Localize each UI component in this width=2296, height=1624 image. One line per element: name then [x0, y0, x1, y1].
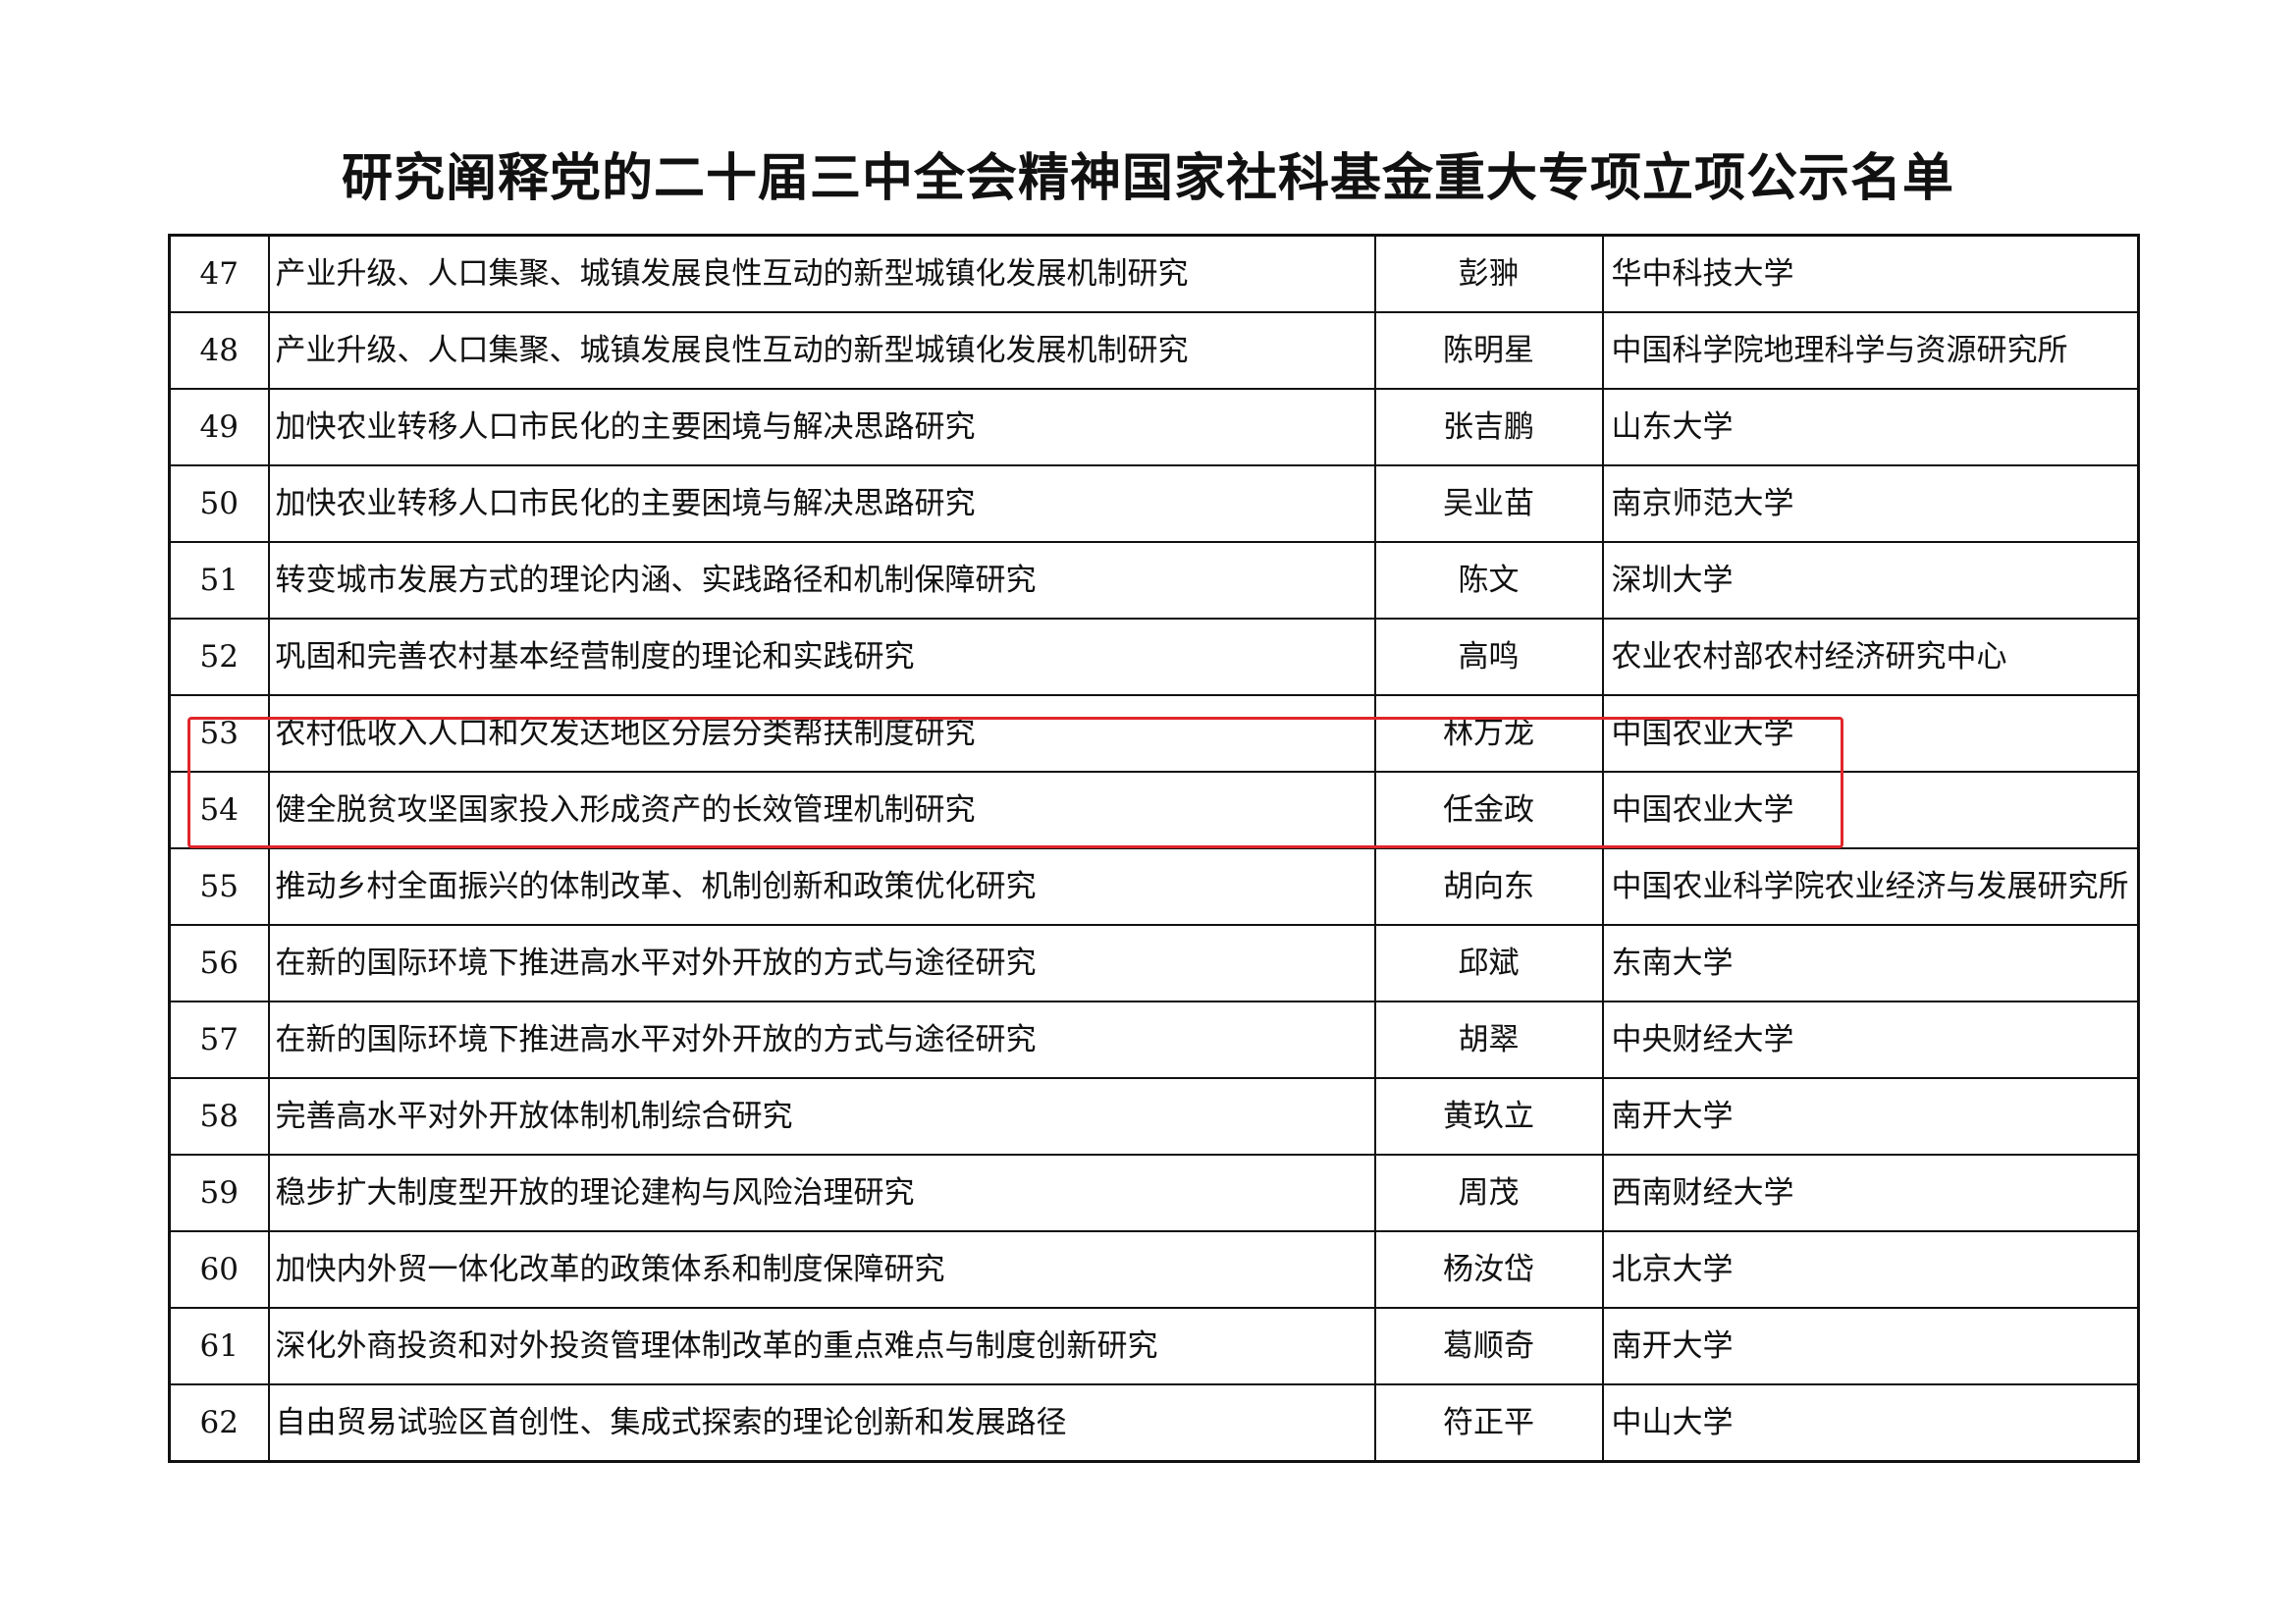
project-topic: 转变城市发展方式的理论内涵、实践路径和机制保障研究	[267, 541, 1376, 620]
project-topic: 推动乡村全面振兴的体制改革、机制创新和政策优化研究	[267, 847, 1376, 926]
table-row: 51 转变城市发展方式的理论内涵、实践路径和机制保障研究 陈文 深圳大学	[168, 541, 2140, 620]
project-topic: 巩固和完善农村基本经营制度的理论和实践研究	[267, 618, 1376, 696]
row-number: 52	[168, 618, 270, 696]
table-row: 58 完善高水平对外开放体制机制综合研究 黄玖立 南开大学	[168, 1077, 2140, 1156]
principal-investigator: 黄玖立	[1373, 1077, 1604, 1156]
principal-investigator: 邱斌	[1373, 924, 1604, 1002]
table-row: 50 加快农业转移人口市民化的主要困境与解决思路研究 吴业苗 南京师范大学	[168, 464, 2140, 543]
project-topic: 加快内外贸一体化改革的政策体系和制度保障研究	[267, 1230, 1376, 1309]
table-row: 60 加快内外贸一体化改革的政策体系和制度保障研究 杨汝岱 北京大学	[168, 1230, 2140, 1309]
project-topic: 产业升级、人口集聚、城镇发展良性互动的新型城镇化发展机制研究	[267, 234, 1376, 313]
institution: 南开大学	[1601, 1077, 2140, 1156]
principal-investigator: 吴业苗	[1373, 464, 1604, 543]
row-number: 50	[168, 464, 270, 543]
project-topic: 加快农业转移人口市民化的主要困境与解决思路研究	[267, 464, 1376, 543]
row-number: 54	[168, 771, 270, 849]
project-topic: 完善高水平对外开放体制机制综合研究	[267, 1077, 1376, 1156]
principal-investigator: 胡向东	[1373, 847, 1604, 926]
principal-investigator: 胡翠	[1373, 1001, 1604, 1079]
institution: 华中科技大学	[1601, 234, 2140, 313]
principal-investigator: 张吉鹏	[1373, 388, 1604, 466]
row-number: 53	[168, 694, 270, 773]
principal-investigator: 彭翀	[1373, 234, 1604, 313]
row-number: 60	[168, 1230, 270, 1309]
institution: 中国农业大学	[1601, 771, 2140, 849]
institution: 深圳大学	[1601, 541, 2140, 620]
project-topic: 稳步扩大制度型开放的理论建构与风险治理研究	[267, 1154, 1376, 1232]
project-topic: 在新的国际环境下推进高水平对外开放的方式与途径研究	[267, 1001, 1376, 1079]
table-row: 61 深化外商投资和对外投资管理体制改革的重点难点与制度创新研究 葛顺奇 南开大学	[168, 1307, 2140, 1385]
institution: 中国科学院地理科学与资源研究所	[1601, 311, 2140, 390]
row-number: 62	[168, 1383, 270, 1463]
table-row: 55 推动乡村全面振兴的体制改革、机制创新和政策优化研究 胡向东 中国农业科学院农业经…	[168, 847, 2140, 926]
table-row: 48 产业升级、人口集聚、城镇发展良性互动的新型城镇化发展机制研究 陈明星 中国科学院…	[168, 311, 2140, 390]
table-row: 59 稳步扩大制度型开放的理论建构与风险治理研究 周茂 西南财经大学	[168, 1154, 2140, 1232]
project-topic: 农村低收入人口和欠发达地区分层分类帮扶制度研究	[267, 694, 1376, 773]
principal-investigator: 周茂	[1373, 1154, 1604, 1232]
table-row: 53 农村低收入人口和欠发达地区分层分类帮扶制度研究 林万龙 中国农业大学	[168, 694, 2140, 773]
principal-investigator: 林万龙	[1373, 694, 1604, 773]
project-topic: 加快农业转移人口市民化的主要困境与解决思路研究	[267, 388, 1376, 466]
row-number: 57	[168, 1001, 270, 1079]
institution: 中国农业大学	[1601, 694, 2140, 773]
table-row: 52 巩固和完善农村基本经营制度的理论和实践研究 高鸣 农业农村部农村经济研究中心	[168, 618, 2140, 696]
institution: 山东大学	[1601, 388, 2140, 466]
principal-investigator: 葛顺奇	[1373, 1307, 1604, 1385]
principal-investigator: 任金政	[1373, 771, 1604, 849]
row-number: 55	[168, 847, 270, 926]
project-topic: 健全脱贫攻坚国家投入形成资产的长效管理机制研究	[267, 771, 1376, 849]
principal-investigator: 符正平	[1373, 1383, 1604, 1463]
principal-investigator: 高鸣	[1373, 618, 1604, 696]
institution: 西南财经大学	[1601, 1154, 2140, 1232]
institution: 南京师范大学	[1601, 464, 2140, 543]
principal-investigator: 陈明星	[1373, 311, 1604, 390]
principal-investigator: 杨汝岱	[1373, 1230, 1604, 1309]
institution: 东南大学	[1601, 924, 2140, 1002]
table-row: 62 自由贸易试验区首创性、集成式探索的理论创新和发展路径 符正平 中山大学	[168, 1383, 2140, 1463]
institution: 中央财经大学	[1601, 1001, 2140, 1079]
project-list-table: 47 产业升级、人口集聚、城镇发展良性互动的新型城镇化发展机制研究 彭翀 华中科技大学…	[168, 234, 2140, 1463]
table-row: 56 在新的国际环境下推进高水平对外开放的方式与途径研究 邱斌 东南大学	[168, 924, 2140, 1002]
row-number: 56	[168, 924, 270, 1002]
table-row: 54 健全脱贫攻坚国家投入形成资产的长效管理机制研究 任金政 中国农业大学	[168, 771, 2140, 849]
project-topic: 自由贸易试验区首创性、集成式探索的理论创新和发展路径	[267, 1383, 1376, 1463]
institution: 中国农业科学院农业经济与发展研究所	[1601, 847, 2140, 926]
institution: 中山大学	[1601, 1383, 2140, 1463]
row-number: 51	[168, 541, 270, 620]
row-number: 61	[168, 1307, 270, 1385]
row-number: 48	[168, 311, 270, 390]
row-number: 58	[168, 1077, 270, 1156]
project-topic: 在新的国际环境下推进高水平对外开放的方式与途径研究	[267, 924, 1376, 1002]
row-number: 49	[168, 388, 270, 466]
institution: 北京大学	[1601, 1230, 2140, 1309]
table-row: 49 加快农业转移人口市民化的主要困境与解决思路研究 张吉鹏 山东大学	[168, 388, 2140, 466]
row-number: 59	[168, 1154, 270, 1232]
project-topic: 深化外商投资和对外投资管理体制改革的重点难点与制度创新研究	[267, 1307, 1376, 1385]
project-topic: 产业升级、人口集聚、城镇发展良性互动的新型城镇化发展机制研究	[267, 311, 1376, 390]
document-title: 研究阐释党的二十届三中全会精神国家社科基金重大专项立项公示名单	[341, 149, 1954, 208]
principal-investigator: 陈文	[1373, 541, 1604, 620]
table-row: 57 在新的国际环境下推进高水平对外开放的方式与途径研究 胡翠 中央财经大学	[168, 1001, 2140, 1079]
institution: 南开大学	[1601, 1307, 2140, 1385]
row-number: 47	[168, 234, 270, 313]
table-body: 47 产业升级、人口集聚、城镇发展良性互动的新型城镇化发展机制研究 彭翀 华中科技大学…	[168, 234, 2140, 1463]
table-row: 47 产业升级、人口集聚、城镇发展良性互动的新型城镇化发展机制研究 彭翀 华中科技大学	[168, 234, 2140, 313]
institution: 农业农村部农村经济研究中心	[1601, 618, 2140, 696]
